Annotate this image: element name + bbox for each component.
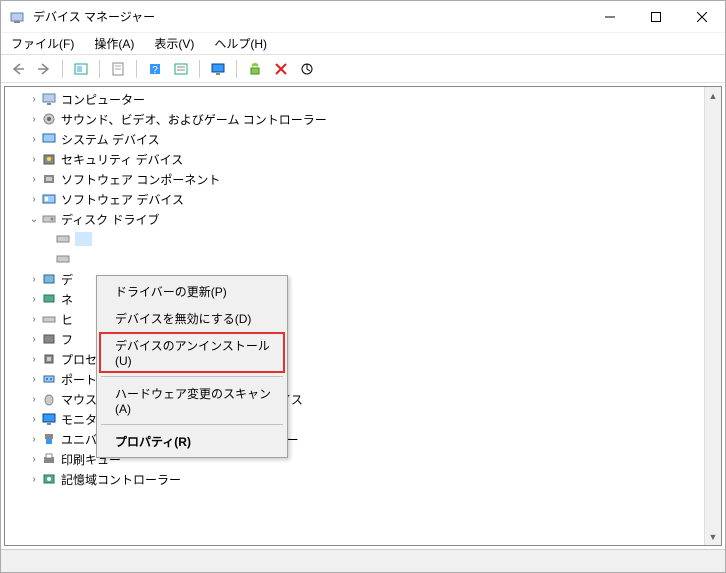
menu-help[interactable]: ヘルプ(H) [208,33,273,54]
security-icon [41,151,57,167]
scroll-up-icon[interactable]: ▲ [705,87,721,104]
tree-node-softcomp[interactable]: ›ソフトウェア コンポーネント [5,169,721,189]
show-hide-icon[interactable] [70,58,92,80]
chevron-down-icon[interactable]: ⌄ [27,214,41,225]
usb-icon [41,431,57,447]
enable-icon[interactable] [244,58,266,80]
disk-icon [55,231,71,247]
vertical-scrollbar[interactable]: ▲ ▼ [704,87,721,545]
system-icon [41,131,57,147]
tree-node-storage[interactable]: ›記憶域コントローラー [5,469,721,489]
menu-view[interactable]: 表示(V) [148,33,200,54]
scan-icon[interactable] [296,58,318,80]
titlebar: デバイス マネージャー [1,1,725,33]
toolbar: ? [1,55,725,83]
separator [136,60,137,78]
tree-node-system[interactable]: ›システム デバイス [5,129,721,149]
window-title: デバイス マネージャー [33,8,587,25]
ctx-update-driver[interactable]: ドライバーの更新(P) [99,278,285,305]
softdev-icon [41,191,57,207]
tree-node-disk-child[interactable] [5,229,721,249]
separator [101,424,283,425]
tree-node-computer[interactable]: ›コンピューター [5,89,721,109]
separator [199,60,200,78]
disk-icon [55,251,71,267]
minimize-button[interactable] [587,2,633,32]
menubar: ファイル(F) 操作(A) 表示(V) ヘルプ(H) [1,33,725,55]
close-button[interactable] [679,2,725,32]
processor-icon [41,351,57,367]
computer-icon [41,91,57,107]
uninstall-icon[interactable] [270,58,292,80]
ctx-uninstall-device[interactable]: デバイスのアンインストール(U) [99,332,285,373]
display-icon [41,271,57,287]
monitor-icon [41,411,57,427]
properties-icon[interactable] [107,58,129,80]
tree-node-disk[interactable]: ⌄ディスク ドライブ [5,209,721,229]
hid-icon [41,311,57,327]
disk-icon [41,211,57,227]
menu-file[interactable]: ファイル(F) [5,33,80,54]
tree-node-disk-child[interactable] [5,249,721,269]
statusbar [1,549,725,572]
ctx-properties[interactable]: プロパティ(R) [99,428,285,455]
print-icon [41,451,57,467]
menu-action[interactable]: 操作(A) [88,33,140,54]
separator [99,60,100,78]
component-icon [41,171,57,187]
mouse-icon [41,391,57,407]
maximize-button[interactable] [633,2,679,32]
tree-node-sound[interactable]: ›サウンド、ビデオ、およびゲーム コントローラー [5,109,721,129]
scroll-down-icon[interactable]: ▼ [705,528,721,545]
tree-node-security[interactable]: ›セキュリティ デバイス [5,149,721,169]
monitor-icon[interactable] [207,58,229,80]
forward-button[interactable] [33,58,55,80]
separator [62,60,63,78]
context-menu: ドライバーの更新(P) デバイスを無効にする(D) デバイスのアンインストール(… [96,275,288,458]
back-button[interactable] [7,58,29,80]
window-controls [587,2,725,32]
svg-text:?: ? [152,65,158,76]
app-icon [9,9,25,25]
list-icon[interactable] [170,58,192,80]
help-icon[interactable]: ? [144,58,166,80]
firmware-icon [41,331,57,347]
sound-icon [41,111,57,127]
ctx-scan-hardware[interactable]: ハードウェア変更のスキャン(A) [99,380,285,421]
ports-icon [41,371,57,387]
network-icon [41,291,57,307]
separator [236,60,237,78]
ctx-disable-device[interactable]: デバイスを無効にする(D) [99,305,285,332]
tree-node-softdev[interactable]: ›ソフトウェア デバイス [5,189,721,209]
separator [101,376,283,377]
storage-icon [41,471,57,487]
